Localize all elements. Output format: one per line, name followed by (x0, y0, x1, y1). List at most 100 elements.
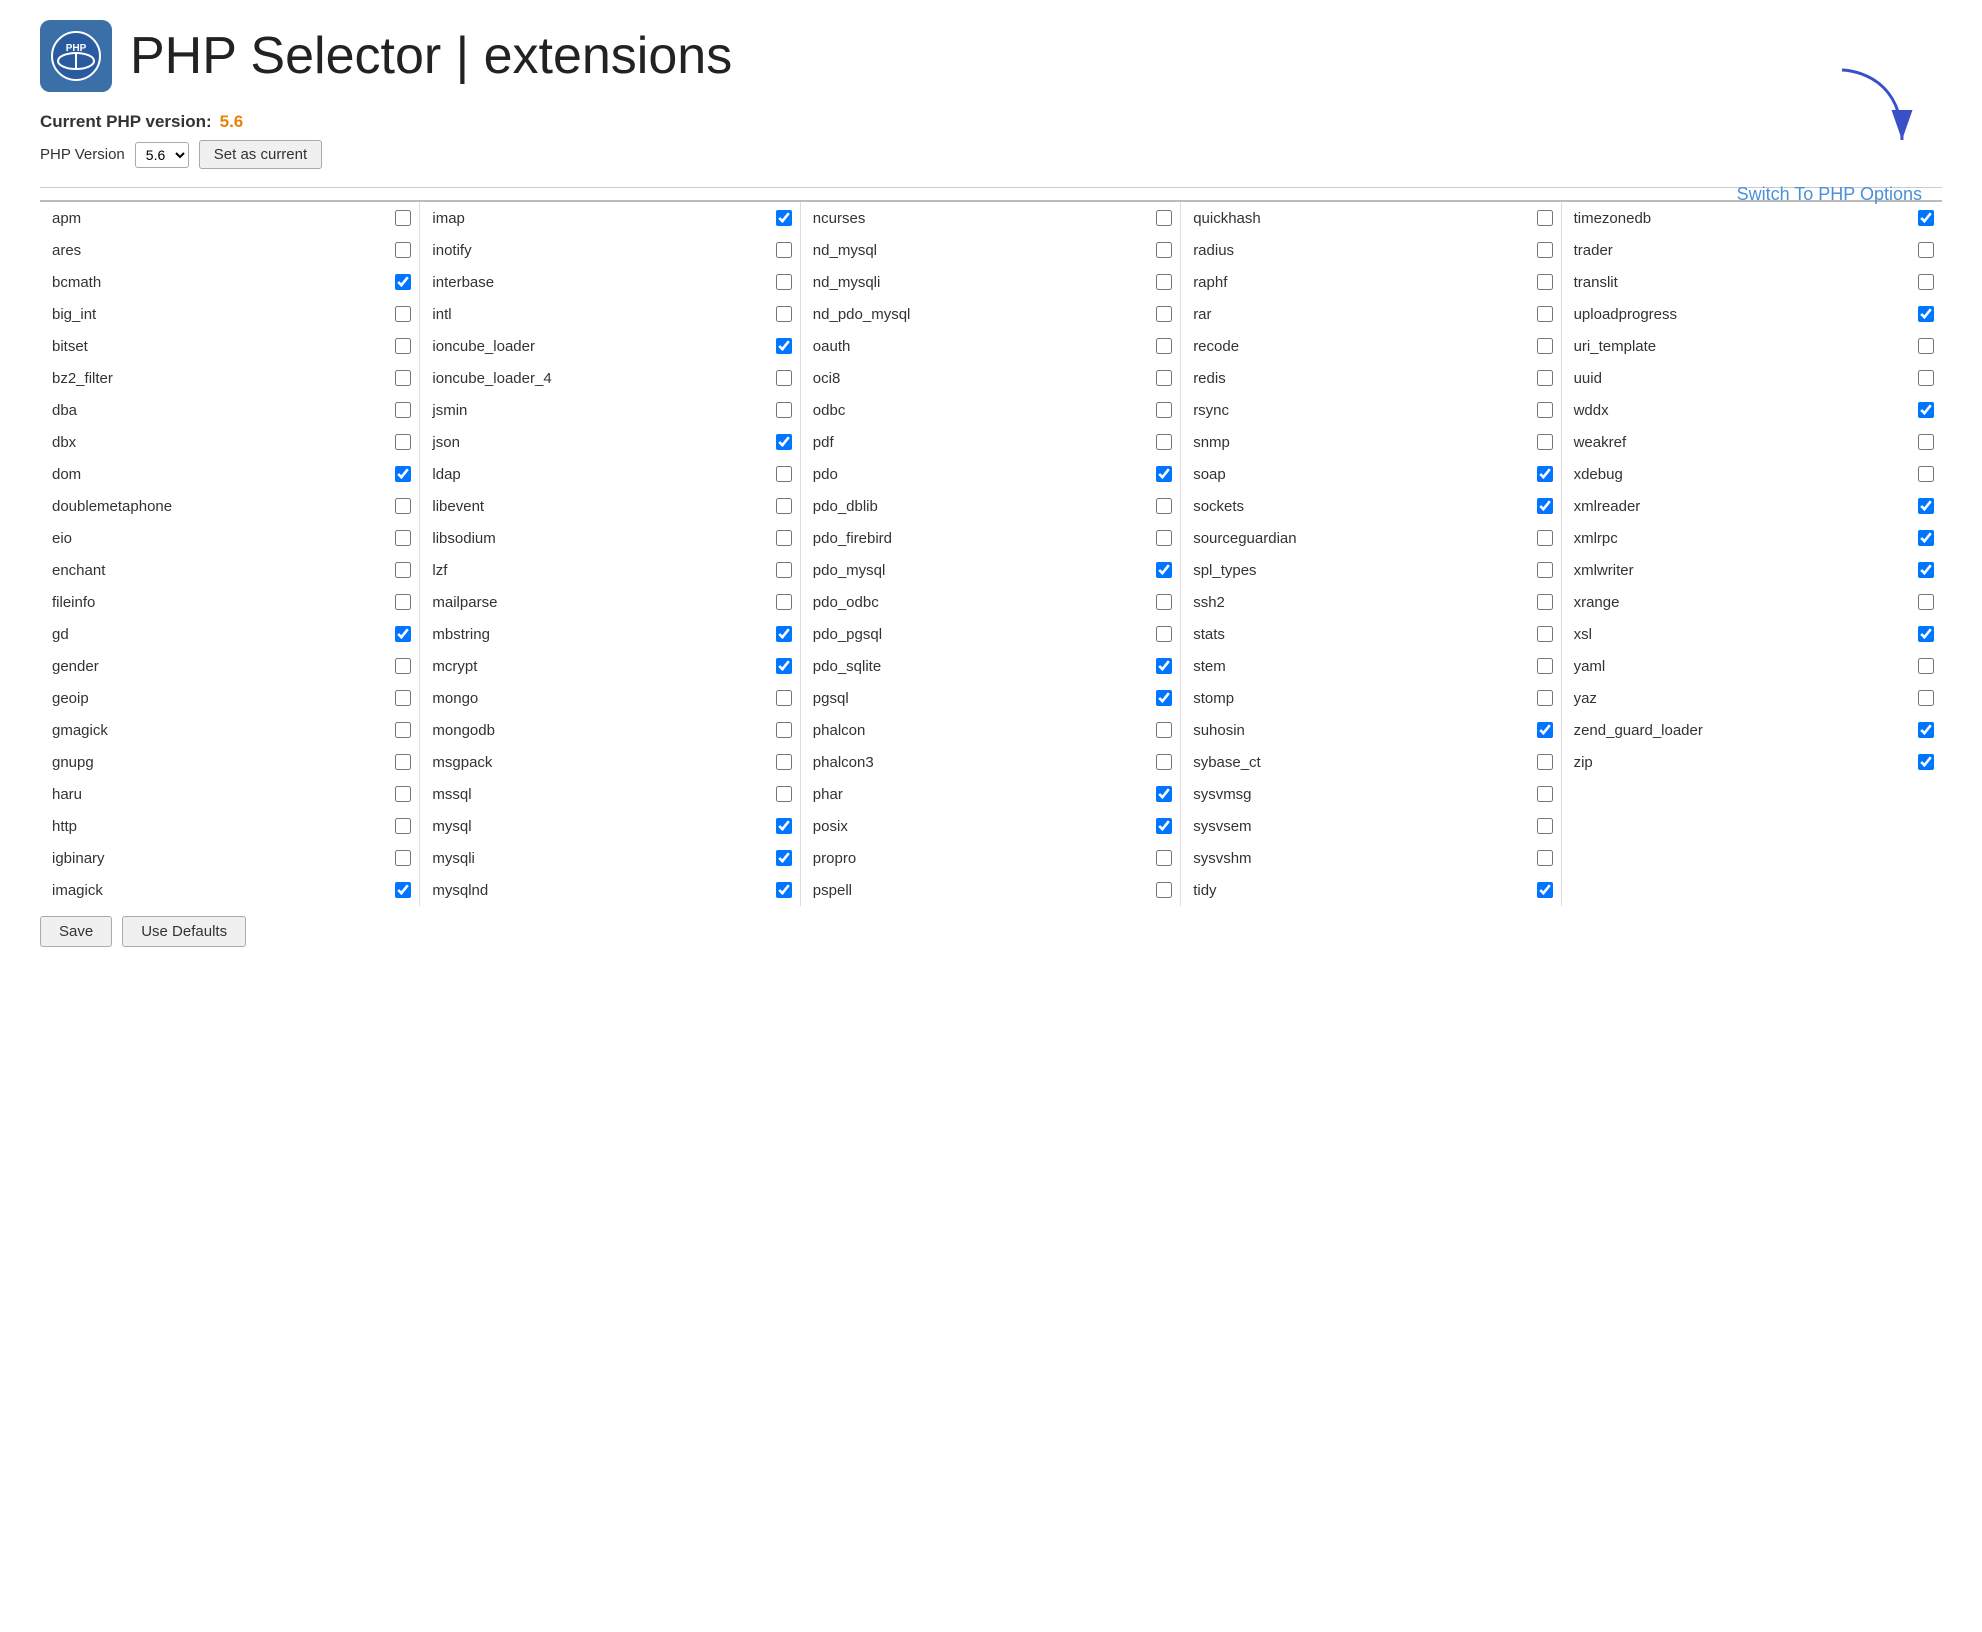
extension-checkbox[interactable] (395, 306, 411, 322)
extension-checkbox[interactable] (1918, 562, 1934, 578)
extension-checkbox[interactable] (395, 594, 411, 610)
extension-checkbox[interactable] (776, 306, 792, 322)
extension-checkbox[interactable] (395, 754, 411, 770)
extension-checkbox[interactable] (1156, 786, 1172, 802)
extension-checkbox[interactable] (776, 402, 792, 418)
extension-checkbox[interactable] (1156, 530, 1172, 546)
extension-checkbox[interactable] (395, 626, 411, 642)
extension-checkbox[interactable] (776, 370, 792, 386)
extension-checkbox[interactable] (1156, 722, 1172, 738)
extension-checkbox[interactable] (1537, 690, 1553, 706)
extension-checkbox[interactable] (1918, 594, 1934, 610)
extension-checkbox[interactable] (1537, 882, 1553, 898)
extension-checkbox[interactable] (1156, 306, 1172, 322)
set-as-current-button[interactable]: Set as current (199, 140, 322, 169)
extension-checkbox[interactable] (1537, 434, 1553, 450)
extension-checkbox[interactable] (776, 498, 792, 514)
extension-checkbox[interactable] (1537, 818, 1553, 834)
extension-checkbox[interactable] (1918, 722, 1934, 738)
extension-checkbox[interactable] (1918, 274, 1934, 290)
extension-checkbox[interactable] (1156, 562, 1172, 578)
extension-checkbox[interactable] (395, 530, 411, 546)
extension-checkbox[interactable] (1537, 754, 1553, 770)
extension-checkbox[interactable] (1537, 786, 1553, 802)
extension-checkbox[interactable] (1537, 530, 1553, 546)
extension-checkbox[interactable] (1537, 850, 1553, 866)
extension-checkbox[interactable] (1537, 370, 1553, 386)
extension-checkbox[interactable] (395, 690, 411, 706)
extension-checkbox[interactable] (1918, 530, 1934, 546)
extension-checkbox[interactable] (776, 850, 792, 866)
extension-checkbox[interactable] (1156, 274, 1172, 290)
extension-checkbox[interactable] (395, 562, 411, 578)
extension-checkbox[interactable] (1537, 242, 1553, 258)
extension-checkbox[interactable] (776, 754, 792, 770)
extension-checkbox[interactable] (776, 466, 792, 482)
extension-checkbox[interactable] (1918, 690, 1934, 706)
extension-checkbox[interactable] (1537, 306, 1553, 322)
extension-checkbox[interactable] (1156, 338, 1172, 354)
use-defaults-button[interactable]: Use Defaults (122, 916, 246, 947)
extension-checkbox[interactable] (1156, 594, 1172, 610)
extension-checkbox[interactable] (1156, 498, 1172, 514)
extension-checkbox[interactable] (1918, 338, 1934, 354)
extension-checkbox[interactable] (395, 498, 411, 514)
extension-checkbox[interactable] (1537, 274, 1553, 290)
extension-checkbox[interactable] (1918, 466, 1934, 482)
extension-checkbox[interactable] (1918, 242, 1934, 258)
extension-checkbox[interactable] (1537, 722, 1553, 738)
extension-checkbox[interactable] (1156, 882, 1172, 898)
extension-checkbox[interactable] (1537, 338, 1553, 354)
extension-checkbox[interactable] (1156, 818, 1172, 834)
extension-checkbox[interactable] (1537, 466, 1553, 482)
extension-checkbox[interactable] (1156, 402, 1172, 418)
extension-checkbox[interactable] (776, 594, 792, 610)
extension-checkbox[interactable] (1537, 658, 1553, 674)
switch-to-php-options-link[interactable]: Switch To PHP Options (1737, 184, 1922, 205)
extension-checkbox[interactable] (395, 786, 411, 802)
extension-checkbox[interactable] (1918, 434, 1934, 450)
save-button[interactable]: Save (40, 916, 112, 947)
extension-checkbox[interactable] (776, 818, 792, 834)
extension-checkbox[interactable] (1156, 210, 1172, 226)
extension-checkbox[interactable] (1156, 658, 1172, 674)
extension-checkbox[interactable] (776, 210, 792, 226)
extension-checkbox[interactable] (395, 818, 411, 834)
extension-checkbox[interactable] (1537, 210, 1553, 226)
extension-checkbox[interactable] (395, 210, 411, 226)
extension-checkbox[interactable] (1918, 498, 1934, 514)
extension-checkbox[interactable] (1918, 658, 1934, 674)
extension-checkbox[interactable] (1537, 402, 1553, 418)
extension-checkbox[interactable] (1156, 370, 1172, 386)
extension-checkbox[interactable] (395, 338, 411, 354)
extension-checkbox[interactable] (776, 690, 792, 706)
extension-checkbox[interactable] (395, 882, 411, 898)
extension-checkbox[interactable] (1537, 498, 1553, 514)
extension-checkbox[interactable] (395, 850, 411, 866)
version-select[interactable]: 5.67.07.17.27.37.48.08.1 (135, 142, 189, 168)
extension-checkbox[interactable] (1156, 434, 1172, 450)
extension-checkbox[interactable] (1537, 626, 1553, 642)
extension-checkbox[interactable] (1156, 850, 1172, 866)
extension-checkbox[interactable] (1156, 242, 1172, 258)
extension-checkbox[interactable] (776, 658, 792, 674)
extension-checkbox[interactable] (395, 466, 411, 482)
extension-checkbox[interactable] (776, 786, 792, 802)
extension-checkbox[interactable] (1918, 402, 1934, 418)
extension-checkbox[interactable] (395, 434, 411, 450)
extension-checkbox[interactable] (776, 562, 792, 578)
extension-checkbox[interactable] (1918, 754, 1934, 770)
extension-checkbox[interactable] (395, 658, 411, 674)
extension-checkbox[interactable] (1918, 306, 1934, 322)
extension-checkbox[interactable] (1537, 594, 1553, 610)
extension-checkbox[interactable] (1918, 210, 1934, 226)
extension-checkbox[interactable] (1918, 626, 1934, 642)
extension-checkbox[interactable] (395, 242, 411, 258)
extension-checkbox[interactable] (776, 882, 792, 898)
extension-checkbox[interactable] (1156, 690, 1172, 706)
extension-checkbox[interactable] (776, 626, 792, 642)
extension-checkbox[interactable] (395, 402, 411, 418)
extension-checkbox[interactable] (1156, 754, 1172, 770)
extension-checkbox[interactable] (776, 530, 792, 546)
extension-checkbox[interactable] (395, 370, 411, 386)
